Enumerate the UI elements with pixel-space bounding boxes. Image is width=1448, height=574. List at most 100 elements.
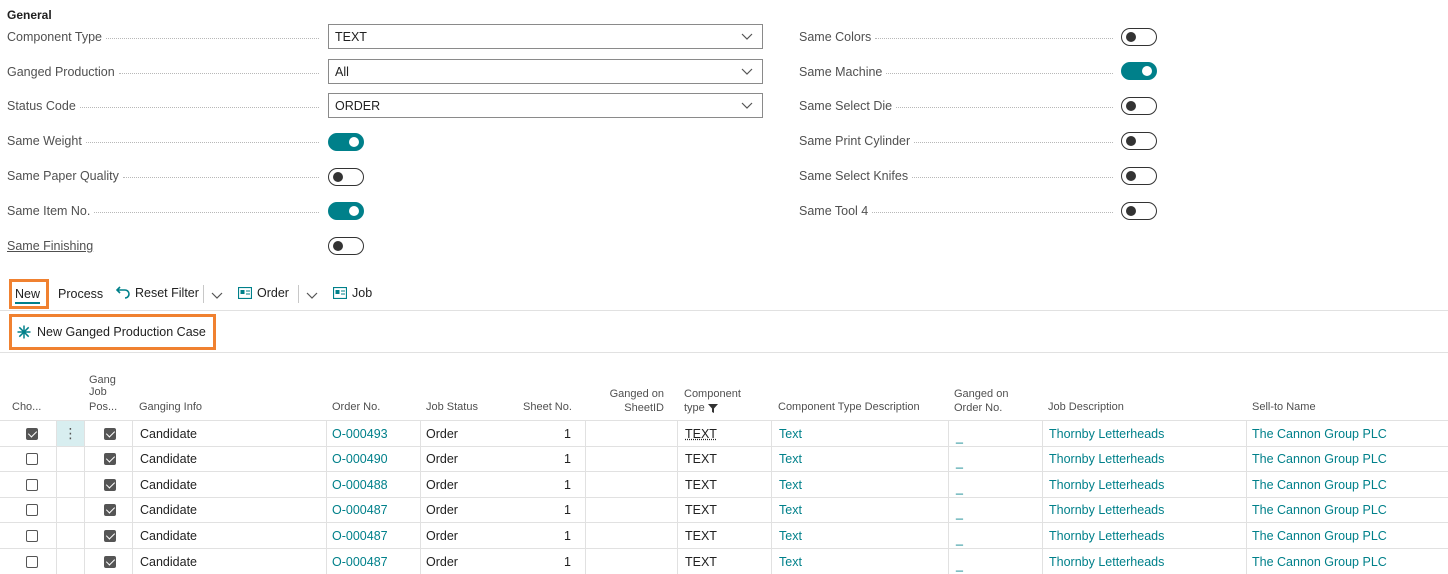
component-type-cell[interactable]: TEXT	[685, 421, 717, 446]
gang-pos-checkbox[interactable]	[104, 453, 116, 466]
sell-to-name-link[interactable]: The Cannon Group PLC	[1252, 498, 1387, 523]
table-row[interactable]: Candidate O-000487 Order 1 TEXT Text _ Thornby …	[0, 498, 1448, 524]
row-actions-icon[interactable]: ⋮	[57, 421, 84, 446]
col-header-job-status[interactable]: Job Status	[426, 401, 478, 413]
chosen-checkbox-cell[interactable]	[26, 447, 38, 472]
sheet-no-cell: 1	[564, 426, 571, 441]
same-paper-quality-toggle[interactable]	[328, 168, 364, 186]
ganging-info-cell: Candidate	[140, 452, 197, 467]
job-description-link[interactable]: Thornby Letterheads	[1049, 421, 1164, 446]
chosen-checkbox-cell[interactable]	[26, 472, 38, 497]
col-header-job-description[interactable]: Job Description	[1048, 401, 1124, 413]
status-code-select[interactable]: ORDER	[328, 93, 763, 118]
sell-to-name-link[interactable]: The Cannon Group PLC	[1252, 523, 1387, 548]
chosen-checkbox[interactable]	[26, 555, 38, 568]
chosen-checkbox[interactable]	[26, 478, 38, 491]
same-colors-toggle[interactable]	[1121, 28, 1157, 46]
col-header-order-no[interactable]: Order No.	[332, 401, 380, 413]
gang-pos-checkbox[interactable]	[104, 555, 116, 568]
table-row[interactable]: Candidate O-000490 Order 1 TEXT Text _ Thornby …	[0, 447, 1448, 473]
job-description-link[interactable]: Thornby Letterheads	[1049, 447, 1164, 472]
col-header-component-type[interactable]: Component type	[684, 388, 741, 414]
chevron-down-icon[interactable]	[305, 289, 319, 301]
order-no-link[interactable]: O-000487	[332, 549, 388, 574]
new-ganged-production-case-button[interactable]: New Ganged Production Case	[17, 325, 206, 339]
chosen-checkbox[interactable]	[26, 529, 38, 542]
table-row[interactable]: ⋮ Candidate O-000493 Order 1 TEXT Text _ Thornby…	[0, 421, 1448, 447]
reset-filter-button[interactable]: Reset Filter	[116, 286, 199, 300]
gang-pos-checkbox-cell[interactable]	[104, 421, 116, 446]
component-desc-link[interactable]: Text	[779, 421, 802, 446]
same-print-cylinder-toggle[interactable]	[1121, 132, 1157, 150]
same-finishing-toggle[interactable]	[328, 237, 364, 255]
order-no-link[interactable]: O-000487	[332, 523, 388, 548]
gang-pos-checkbox[interactable]	[104, 504, 116, 517]
table-row[interactable]: Candidate O-000487 Order 1 TEXT Text _ Thornby …	[0, 549, 1448, 574]
job-description-link[interactable]: Thornby Letterheads	[1049, 472, 1164, 497]
job-description-link[interactable]: Thornby Letterheads	[1049, 549, 1164, 574]
gang-pos-checkbox-cell[interactable]	[104, 498, 116, 523]
chosen-checkbox-cell[interactable]	[26, 498, 38, 523]
chosen-checkbox-cell[interactable]	[26, 549, 38, 574]
job-description-link[interactable]: Thornby Letterheads	[1049, 498, 1164, 523]
order-no-link[interactable]: O-000488	[332, 472, 388, 497]
component-desc-link[interactable]: Text	[779, 498, 802, 523]
chosen-checkbox[interactable]	[26, 427, 38, 440]
col-header-ganged-order[interactable]: Ganged on Order No.	[954, 388, 1008, 414]
component-desc-link[interactable]: Text	[779, 549, 802, 574]
col-header-component-type-description[interactable]: Component Type Description	[778, 401, 920, 413]
component-desc-link[interactable]: Text	[779, 472, 802, 497]
chevron-down-icon[interactable]	[210, 289, 224, 301]
gang-pos-checkbox-cell[interactable]	[104, 549, 116, 574]
gang-pos-checkbox[interactable]	[104, 478, 116, 491]
same-select-knifes-toggle[interactable]	[1121, 167, 1157, 185]
chosen-checkbox-cell[interactable]	[26, 421, 38, 446]
job-button[interactable]: Job	[333, 286, 372, 300]
same-select-die-toggle[interactable]	[1121, 97, 1157, 115]
same-tool-4-toggle[interactable]	[1121, 202, 1157, 220]
sell-to-name-link[interactable]: The Cannon Group PLC	[1252, 472, 1387, 497]
ganged-order-link[interactable]: _	[956, 552, 963, 574]
order-no-link[interactable]: O-000487	[332, 498, 388, 523]
field-same-print-cylinder: Same Print Cylinder	[799, 129, 1119, 153]
same-weight-toggle[interactable]	[328, 133, 364, 151]
ganged-production-select[interactable]: All	[328, 59, 763, 84]
same-item-no-toggle[interactable]	[328, 202, 364, 220]
order-no-link[interactable]: O-000493	[332, 421, 388, 446]
field-label: Same Finishing	[7, 239, 94, 253]
component-type-cell: TEXT	[685, 554, 717, 569]
field-same-machine: Same Machine	[799, 60, 1119, 84]
col-header-sell-to-name[interactable]: Sell-to Name	[1252, 401, 1316, 413]
component-desc-link[interactable]: Text	[779, 523, 802, 548]
gang-pos-checkbox[interactable]	[104, 529, 116, 542]
component-type-select[interactable]: TEXT	[328, 24, 763, 49]
gang-pos-checkbox-cell[interactable]	[104, 523, 116, 548]
table-row[interactable]: Candidate O-000487 Order 1 TEXT Text _ Thornby …	[0, 523, 1448, 549]
chosen-checkbox-cell[interactable]	[26, 523, 38, 548]
order-button[interactable]: Order	[238, 286, 289, 300]
component-desc-link[interactable]: Text	[779, 447, 802, 472]
job-description-link[interactable]: Thornby Letterheads	[1049, 523, 1164, 548]
sell-to-name-link[interactable]: The Cannon Group PLC	[1252, 447, 1387, 472]
chosen-checkbox[interactable]	[26, 504, 38, 517]
gang-pos-checkbox-cell[interactable]	[104, 472, 116, 497]
same-machine-toggle[interactable]	[1121, 62, 1157, 80]
order-no-link[interactable]: O-000490	[332, 447, 388, 472]
gang-pos-checkbox-cell[interactable]	[104, 447, 116, 472]
process-button[interactable]: Process	[58, 287, 103, 301]
col-header-ganged-sheet[interactable]: Ganged on SheetID	[600, 388, 664, 414]
tab-new[interactable]: New	[15, 287, 41, 304]
field-label: Same Machine	[799, 65, 883, 79]
sell-to-name-link[interactable]: The Cannon Group PLC	[1252, 421, 1387, 446]
undo-icon	[116, 286, 130, 299]
col-header-sheet-no[interactable]: Sheet No.	[523, 401, 572, 413]
chosen-checkbox[interactable]	[26, 453, 38, 466]
gang-pos-checkbox[interactable]	[104, 427, 116, 440]
col-header-gang-job-pos[interactable]: Gang Job Pos...	[89, 374, 117, 413]
col-header-chosen[interactable]: Cho...	[12, 401, 41, 413]
field-label: Ganged Production	[7, 65, 115, 79]
field-same-paper-quality: Same Paper Quality	[7, 164, 325, 188]
sell-to-name-link[interactable]: The Cannon Group PLC	[1252, 549, 1387, 574]
col-header-ganging-info[interactable]: Ganging Info	[139, 401, 202, 413]
table-row[interactable]: Candidate O-000488 Order 1 TEXT Text _ Thornby …	[0, 472, 1448, 498]
